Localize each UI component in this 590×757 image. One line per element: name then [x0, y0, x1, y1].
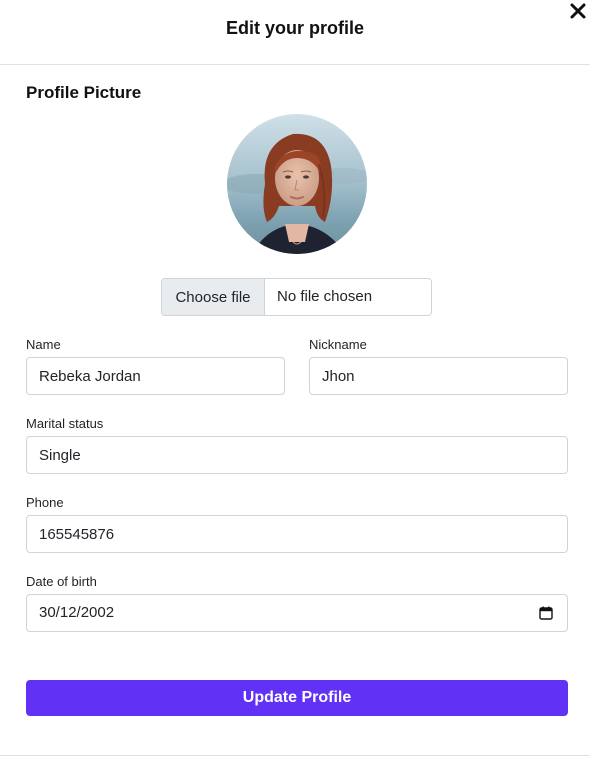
- name-field[interactable]: [26, 357, 285, 395]
- modal-title: Edit your profile: [225, 18, 364, 38]
- modal-header: Edit your profile: [0, 0, 590, 65]
- nickname-label: Nickname: [309, 337, 367, 352]
- phone-label: Phone: [26, 495, 64, 510]
- phone-field[interactable]: [26, 515, 568, 553]
- calendar-icon[interactable]: [539, 606, 553, 620]
- nickname-field[interactable]: [309, 357, 568, 395]
- close-button[interactable]: [568, 0, 588, 22]
- date-of-birth-value: 30/12/2002: [39, 604, 115, 621]
- date-of-birth-label: Date of birth: [26, 574, 97, 589]
- file-upload-input[interactable]: Choose file No file chosen: [161, 278, 432, 316]
- choose-file-button[interactable]: Choose file: [162, 279, 265, 315]
- date-of-birth-field[interactable]: 30/12/2002: [26, 594, 568, 632]
- marital-status-field[interactable]: [26, 436, 568, 474]
- edit-profile-modal: Edit your profile Profile Picture Choose…: [0, 0, 590, 757]
- profile-picture-heading: Profile Picture: [26, 83, 142, 102]
- marital-status-label: Marital status: [26, 416, 104, 431]
- divider: [0, 755, 590, 756]
- avatar-image: [227, 114, 367, 254]
- close-icon: [570, 3, 586, 19]
- update-profile-button[interactable]: Update Profile: [26, 680, 568, 716]
- file-status-text: No file chosen: [277, 288, 373, 305]
- name-label: Name: [26, 337, 61, 352]
- avatar: [227, 114, 367, 254]
